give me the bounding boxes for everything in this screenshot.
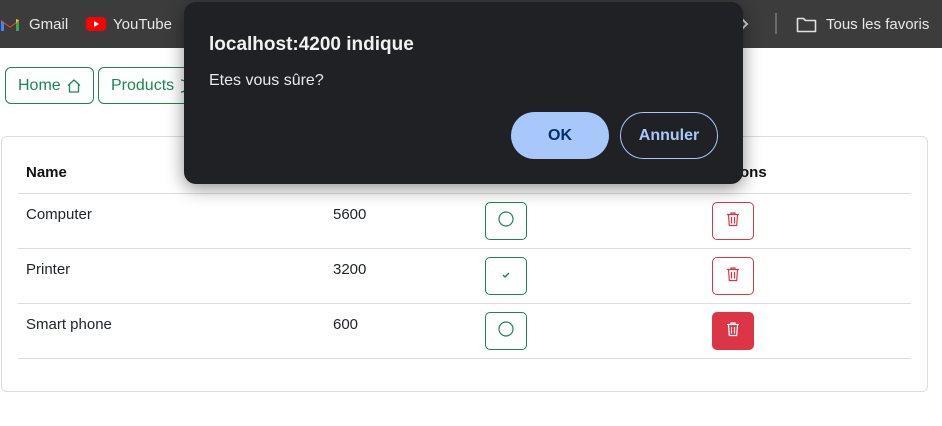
bookmark-label: YouTube: [113, 15, 172, 33]
toggle-check-button[interactable]: [485, 202, 527, 240]
row-price: 5600: [333, 206, 367, 223]
row-price: 600: [333, 316, 359, 333]
delete-button[interactable]: [712, 202, 754, 240]
toggle-check-button[interactable]: [485, 312, 527, 350]
circle-icon: [498, 210, 514, 232]
row-name: Computer: [26, 206, 92, 223]
bookmarks-separator: [775, 13, 777, 34]
confirm-dialog: localhost:4200 indique Etes vous sûre? O…: [184, 2, 743, 184]
all-bookmarks-label: Tous les favoris: [826, 15, 930, 33]
house-icon: [66, 78, 82, 94]
delete-button[interactable]: [712, 312, 754, 350]
trash-icon: [726, 211, 740, 232]
row-divider: [18, 358, 911, 359]
all-bookmarks-button[interactable]: Tous les favoris: [796, 0, 929, 48]
youtube-icon: [86, 17, 106, 31]
table-header-name: Name: [26, 164, 67, 181]
bookmark-label: Gmail: [29, 15, 69, 33]
check-icon: [500, 267, 512, 285]
trash-icon: [726, 266, 740, 287]
row-divider: [18, 248, 911, 249]
products-label: Products: [111, 76, 175, 94]
bookmark-gmail[interactable]: Gmail: [0, 0, 68, 48]
table-header-divider: [18, 193, 911, 194]
trash-icon: [726, 321, 740, 342]
row-name: Printer: [26, 261, 71, 278]
row-divider: [18, 303, 911, 304]
home-button[interactable]: Home: [5, 67, 94, 104]
delete-button[interactable]: [712, 257, 754, 295]
gmail-icon: [0, 17, 20, 32]
circle-icon: [498, 320, 514, 342]
dialog-title: localhost:4200 indique: [209, 34, 414, 55]
products-button[interactable]: Products: [98, 67, 198, 104]
ok-button[interactable]: OK: [511, 112, 609, 159]
dialog-message: Etes vous sûre?: [209, 72, 324, 89]
home-label: Home: [18, 76, 61, 94]
folder-icon: [796, 16, 817, 33]
cancel-button[interactable]: Annuler: [620, 112, 718, 159]
toggle-check-button[interactable]: [485, 257, 527, 295]
table-header-actions: ons: [740, 164, 767, 181]
row-name: Smart phone: [26, 316, 112, 333]
row-price: 3200: [333, 261, 367, 278]
bookmark-youtube[interactable]: YouTube: [86, 0, 172, 48]
